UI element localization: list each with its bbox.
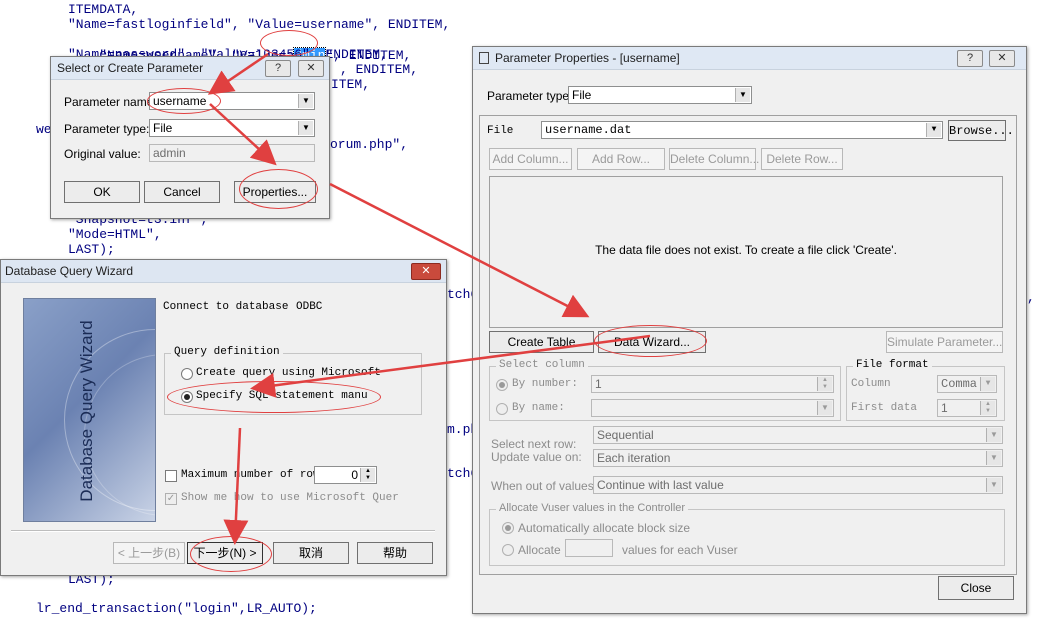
arrow-line (207, 52, 269, 95)
arrow-line (209, 103, 277, 166)
arrow-line (223, 427, 249, 545)
annotation-arrows (207, 52, 651, 545)
arrow-line (250, 334, 651, 398)
arrow-line (329, 182, 590, 318)
